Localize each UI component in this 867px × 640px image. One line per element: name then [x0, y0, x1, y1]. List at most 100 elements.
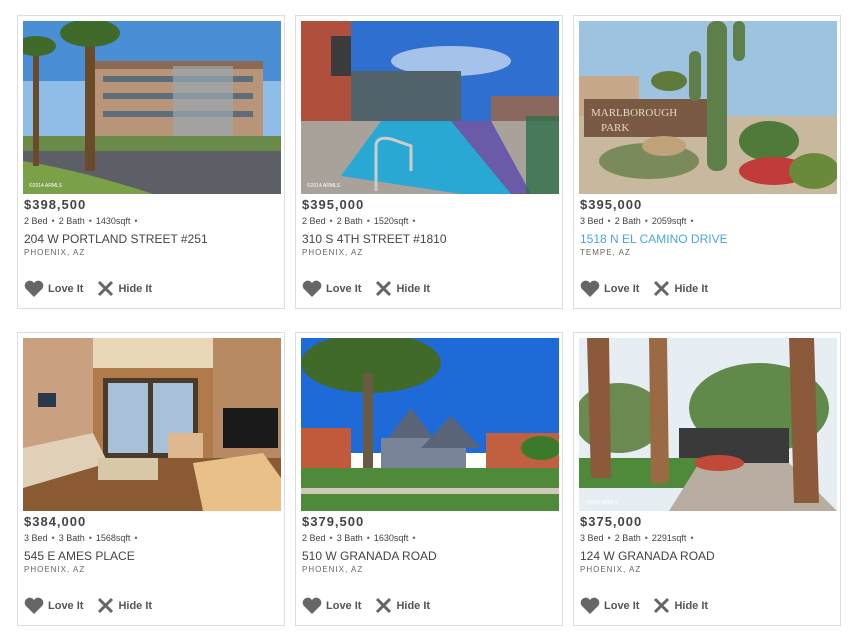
listing-card[interactable]: $379,500 2 Bed • 3 Bath • 1630sqft • 510 W GR…: [295, 332, 563, 626]
svg-text:©2014 ARMLS: ©2014 ARMLS: [29, 182, 63, 189]
love-it-button[interactable]: Love It: [580, 280, 639, 297]
hide-it-label: Hide It: [396, 599, 431, 612]
beds: 3 Bed: [580, 216, 604, 226]
hide-it-button[interactable]: Hide It: [653, 597, 708, 614]
baths: 2 Bath: [614, 533, 641, 543]
listing-specs: 3 Bed • 2 Bath • 2291sqft •: [580, 533, 694, 543]
listing-card[interactable]: MARLBOROUGH PARK $395,000 3 Bed • 2 Bath • 2…: [573, 15, 841, 309]
love-it-label: Love It: [326, 599, 362, 612]
sqft: 1430sqft: [95, 216, 131, 226]
listing-price: $375,000: [580, 514, 643, 529]
close-x-icon: [98, 597, 114, 614]
svg-text:©2014 ARMLS: ©2014 ARMLS: [307, 182, 341, 189]
hide-it-label: Hide It: [674, 599, 709, 612]
baths: 2 Bath: [58, 216, 85, 226]
love-it-button[interactable]: Love It: [302, 597, 361, 614]
hide-it-button[interactable]: Hide It: [97, 280, 152, 297]
condo-building-photo: ©2014 ARMLS: [23, 21, 281, 194]
hide-it-label: Hide It: [396, 282, 431, 295]
listing-address-link[interactable]: 204 W PORTLAND STREET #251: [24, 232, 208, 246]
listing-specs: 2 Bed • 2 Bath • 1520sqft •: [302, 216, 416, 226]
hide-it-label: Hide It: [118, 282, 153, 295]
listing-city: PHOENIX, AZ: [302, 565, 364, 574]
sign-line1: MARLBOROUGH: [591, 107, 677, 119]
listing-address-link[interactable]: 545 E AMES PLACE: [24, 549, 135, 563]
listing-actions: Love It Hide It: [580, 597, 722, 614]
listing-city: PHOENIX, AZ: [580, 565, 642, 574]
rooftop-pool-photo: ©2014 ARMLS: [301, 21, 559, 194]
love-it-label: Love It: [604, 599, 640, 612]
living-room-photo: [23, 338, 281, 511]
sqft: 2059sqft: [651, 216, 687, 226]
listing-card[interactable]: ©2014 ARMLS $398,500 2 Bed • 2 Bath • 1430sq…: [17, 15, 285, 309]
hide-it-label: Hide It: [118, 599, 153, 612]
listing-photo[interactable]: ©2014 ARMLS: [579, 338, 837, 511]
heart-icon: [302, 597, 322, 614]
listing-price: $395,000: [302, 197, 365, 212]
love-it-label: Love It: [604, 282, 640, 295]
listing-card[interactable]: $384,000 3 Bed • 3 Bath • 1568sqft • 545 E AM…: [17, 332, 285, 626]
hide-it-button[interactable]: Hide It: [375, 597, 430, 614]
heart-icon: [24, 597, 44, 614]
listing-address-link[interactable]: 1518 N EL CAMINO DRIVE: [580, 232, 728, 246]
listing-photo[interactable]: [301, 338, 559, 511]
listing-address-link[interactable]: 310 S 4TH STREET #1810: [302, 232, 447, 246]
listing-specs: 3 Bed • 2 Bath • 2059sqft •: [580, 216, 694, 226]
sqft: 1520sqft: [373, 216, 409, 226]
listing-actions: Love It Hide It: [24, 597, 166, 614]
sqft: 1630sqft: [373, 533, 409, 543]
listing-actions: Love It Hide It: [24, 280, 166, 297]
close-x-icon: [376, 597, 392, 614]
love-it-label: Love It: [48, 282, 84, 295]
love-it-button[interactable]: Love It: [580, 597, 639, 614]
listing-price: $379,500: [302, 514, 365, 529]
beds: 2 Bed: [302, 216, 326, 226]
listing-city: PHOENIX, AZ: [302, 248, 364, 257]
palm-driveway-photo: ©2014 ARMLS: [579, 338, 837, 511]
sqft: 1568sqft: [95, 533, 131, 543]
svg-text:©2014 ARMLS: ©2014 ARMLS: [585, 499, 619, 506]
listing-price: $384,000: [24, 514, 87, 529]
listing-specs: 3 Bed • 3 Bath • 1568sqft •: [24, 533, 138, 543]
listing-card[interactable]: ©2014 ARMLS $375,000 3 Bed • 2 Bath • 2291sq…: [573, 332, 841, 626]
hide-it-button[interactable]: Hide It: [97, 597, 152, 614]
baths: 3 Bath: [336, 533, 363, 543]
love-it-button[interactable]: Love It: [302, 280, 361, 297]
close-x-icon: [654, 280, 670, 297]
listing-actions: Love It Hide It: [580, 280, 722, 297]
baths: 2 Bath: [336, 216, 363, 226]
beds: 2 Bed: [302, 533, 326, 543]
heart-icon: [580, 280, 600, 297]
baths: 2 Bath: [614, 216, 641, 226]
listing-address-link[interactable]: 124 W GRANADA ROAD: [580, 549, 715, 563]
love-it-label: Love It: [326, 282, 362, 295]
listing-photo[interactable]: [23, 338, 281, 511]
heart-icon: [302, 280, 322, 297]
sign-line2: PARK: [601, 122, 629, 134]
listing-city: TEMPE, AZ: [580, 248, 631, 257]
listing-photo[interactable]: ©2014 ARMLS: [301, 21, 559, 194]
listing-photo[interactable]: MARLBOROUGH PARK: [579, 21, 837, 194]
close-x-icon: [98, 280, 114, 297]
sqft: 2291sqft: [651, 533, 687, 543]
hide-it-button[interactable]: Hide It: [653, 280, 708, 297]
house-exterior-photo: [301, 338, 559, 511]
listing-price: $398,500: [24, 197, 87, 212]
listing-specs: 2 Bed • 2 Bath • 1430sqft •: [24, 216, 138, 226]
listing-card[interactable]: ©2014 ARMLS $395,000 2 Bed • 2 Bath • 1520sq…: [295, 15, 563, 309]
listing-photo[interactable]: ©2014 ARMLS: [23, 21, 281, 194]
community-sign-photo: MARLBOROUGH PARK: [579, 21, 837, 194]
listing-specs: 2 Bed • 3 Bath • 1630sqft •: [302, 533, 416, 543]
love-it-button[interactable]: Love It: [24, 597, 83, 614]
hide-it-button[interactable]: Hide It: [375, 280, 430, 297]
heart-icon: [580, 597, 600, 614]
close-x-icon: [376, 280, 392, 297]
hide-it-label: Hide It: [674, 282, 709, 295]
heart-icon: [24, 280, 44, 297]
listing-address-link[interactable]: 510 W GRANADA ROAD: [302, 549, 437, 563]
listing-price: $395,000: [580, 197, 643, 212]
love-it-button[interactable]: Love It: [24, 280, 83, 297]
love-it-label: Love It: [48, 599, 84, 612]
listing-actions: Love It Hide It: [302, 597, 444, 614]
listing-city: PHOENIX, AZ: [24, 248, 86, 257]
